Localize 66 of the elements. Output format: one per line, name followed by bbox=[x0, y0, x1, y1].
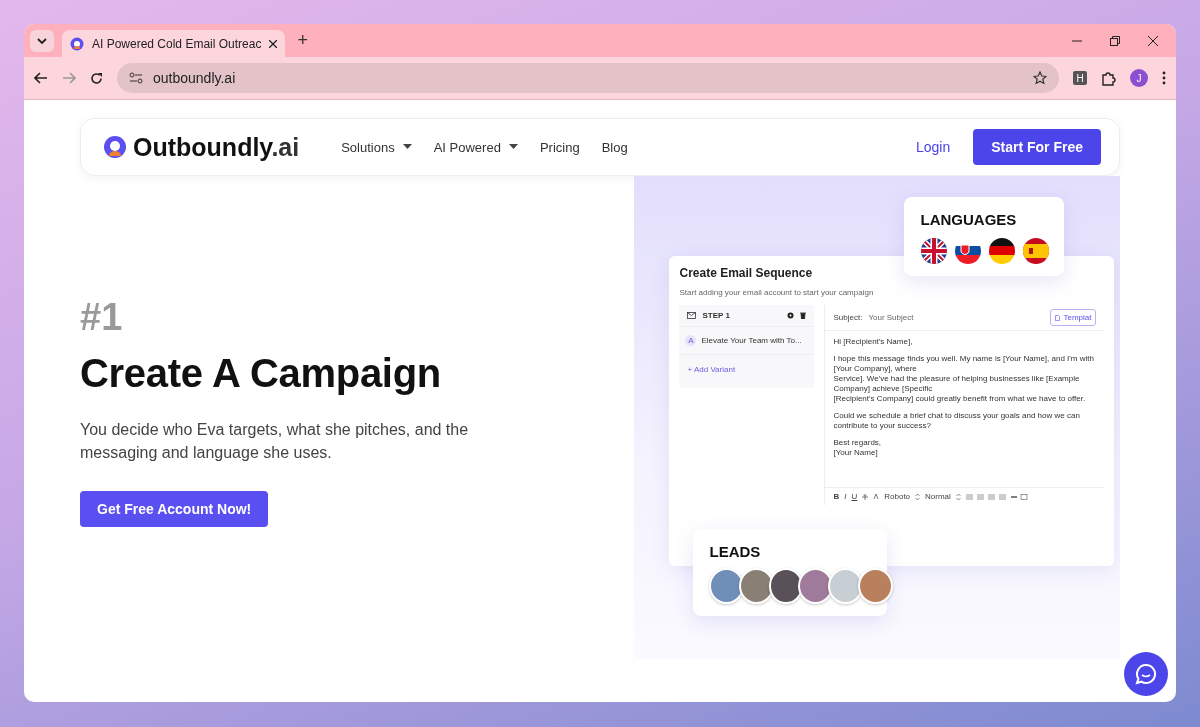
document-icon bbox=[1055, 314, 1061, 321]
font-select[interactable]: Roboto bbox=[884, 492, 911, 501]
card-title: LANGUAGES bbox=[920, 211, 1018, 228]
flag-icon bbox=[988, 237, 1017, 265]
star-icon[interactable] bbox=[1033, 71, 1047, 85]
email-body-text: Hi [Recipient's Name], bbox=[833, 337, 914, 347]
trash-icon[interactable] bbox=[800, 312, 807, 319]
flag-icon bbox=[1022, 237, 1051, 265]
new-tab-button[interactable]: + bbox=[293, 30, 312, 51]
site-settings-icon[interactable] bbox=[129, 72, 143, 84]
bold-button[interactable]: B bbox=[833, 492, 840, 501]
size-select[interactable]: Normal bbox=[925, 492, 951, 501]
updown-icon[interactable] bbox=[955, 492, 961, 501]
more-icon[interactable] bbox=[1162, 71, 1166, 85]
hero-title: Create A Campaign bbox=[80, 351, 442, 396]
puzzle-icon[interactable] bbox=[1101, 70, 1116, 86]
profile-avatar[interactable]: J bbox=[1130, 69, 1148, 87]
email-body-text: I hope this message finds you well. My name is [Your Name], and I'm with [Your Company], where bbox=[833, 354, 1095, 374]
italic-button[interactable]: I bbox=[844, 492, 847, 501]
templates-button[interactable]: Templat bbox=[1050, 309, 1097, 326]
caret-icon bbox=[402, 144, 412, 150]
get-account-button[interactable]: Get Free Account Now! bbox=[80, 491, 269, 527]
address-bar[interactable]: outboundly.ai bbox=[117, 63, 1059, 93]
strikethrough-icon[interactable] bbox=[862, 493, 869, 500]
start-free-button[interactable]: Start For Free bbox=[973, 129, 1101, 165]
add-variant-link[interactable]: + Add Variant bbox=[679, 355, 744, 388]
browser-tab[interactable]: AI Powered Cold Email Outreac bbox=[62, 30, 286, 57]
nav-link[interactable]: Blog bbox=[601, 139, 628, 155]
close-icon[interactable] bbox=[1148, 35, 1158, 46]
card-title: LEADS bbox=[709, 543, 762, 560]
email-body-text: Service]. We've had the pleasure of helping businesses like [Example Company] achieve [Specific bbox=[833, 374, 1081, 394]
rank-label: #1 bbox=[80, 296, 124, 339]
hero-description: You decide who Eva targets, what she pitches, and the messaging and language she uses. bbox=[80, 420, 470, 463]
restore-icon[interactable] bbox=[1110, 35, 1120, 46]
nav-link[interactable]: Solutions bbox=[341, 139, 412, 155]
caret-icon bbox=[508, 144, 518, 150]
subject-field[interactable]: Your Subject bbox=[868, 313, 1045, 322]
chat-button[interactable] bbox=[1124, 652, 1168, 696]
flag-icon bbox=[920, 237, 949, 265]
step-label: STEP 1 bbox=[702, 311, 731, 320]
subject-label: Subject: bbox=[833, 313, 863, 322]
email-body-text: [Recipient's Company] could greatly benefit from what we have to offer. bbox=[833, 394, 1087, 404]
nav-link[interactable]: Pricing bbox=[539, 139, 580, 155]
updown-icon[interactable] bbox=[915, 492, 921, 501]
reload-icon[interactable] bbox=[90, 71, 103, 85]
email-body-text: [Your Name] bbox=[833, 448, 879, 458]
favicon-icon bbox=[70, 36, 84, 51]
card-title: Create Email Sequence bbox=[679, 266, 814, 280]
card-subtitle: Start adding your email account to start your campaign bbox=[679, 288, 875, 297]
nav-link[interactable]: AI Powered bbox=[433, 139, 518, 155]
underline-button[interactable]: U bbox=[851, 492, 858, 501]
variant-item[interactable]: A Elevate Your Team with To... bbox=[679, 327, 815, 355]
gear-icon[interactable] bbox=[787, 312, 795, 319]
mail-icon bbox=[687, 312, 697, 319]
close-icon[interactable] bbox=[269, 39, 278, 48]
back-arrow-icon[interactable] bbox=[34, 72, 48, 84]
extension-button[interactable]: H bbox=[1073, 71, 1087, 85]
logo-icon bbox=[103, 135, 127, 159]
login-link[interactable]: Login bbox=[909, 138, 957, 156]
email-body-text: Best regards, bbox=[833, 438, 883, 448]
chat-icon bbox=[1135, 663, 1157, 685]
logo-text: Outboundly.ai bbox=[133, 132, 300, 162]
tab-search-button[interactable] bbox=[30, 29, 54, 52]
email-body-text: Could we schedule a brief chat to discuss your goals and how we can contribute to your success? bbox=[833, 411, 1081, 431]
chevron-icon bbox=[37, 37, 47, 44]
text-color-icon[interactable] bbox=[873, 493, 880, 500]
